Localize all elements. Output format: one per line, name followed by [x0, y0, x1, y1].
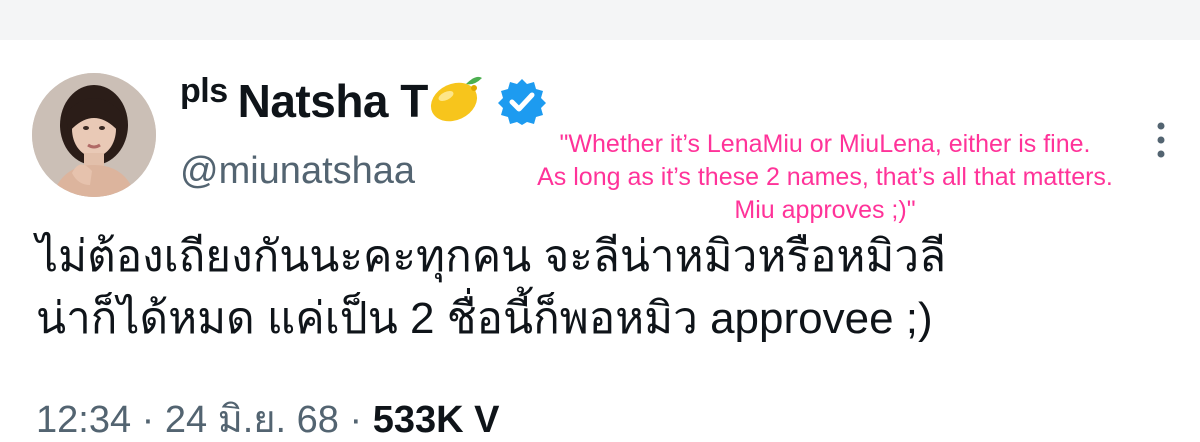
translation-overlay: "Whether it’s LenaMiu or MiuLena, either… — [455, 128, 1195, 227]
name-prefix: pls — [180, 72, 228, 110]
translation-line-1: "Whether it’s LenaMiu or MiuLena, either… — [559, 130, 1091, 158]
tweet-meta: 12:34 · 24 มิ.ย. 68 · 533K V — [36, 398, 499, 442]
verified-badge-icon[interactable] — [497, 77, 546, 125]
translation-line-3: Miu approves ;)" — [734, 196, 916, 224]
timestamp[interactable]: 12:34 · 24 มิ.ย. 68 · — [36, 399, 362, 441]
tweet-line-1: ไม่ต้องเถียงกันนะคะทุกคน จะลีน่าหมิวหรือ… — [36, 232, 947, 281]
lemon-icon — [430, 76, 482, 122]
translation-line-2: As long as it’s these 2 names, that’s al… — [537, 163, 1113, 191]
author-name: Natsha T — [237, 75, 429, 127]
display-name[interactable]: pls Natsha T — [180, 66, 546, 136]
view-count: 533K V — [372, 399, 500, 441]
top-background-band — [0, 0, 1200, 40]
avatar-photo — [32, 73, 156, 197]
avatar[interactable] — [32, 73, 156, 197]
tweet-text: ไม่ต้องเถียงกันนะคะทุกคน จะลีน่าหมิวหรือ… — [36, 226, 1176, 350]
author-handle[interactable]: @miunatshaa — [180, 150, 415, 193]
tweet-line-2: น่าก็ได้หมด แค่เป็น 2 ชื่อนี้ก็พอหมิว ap… — [36, 294, 933, 343]
